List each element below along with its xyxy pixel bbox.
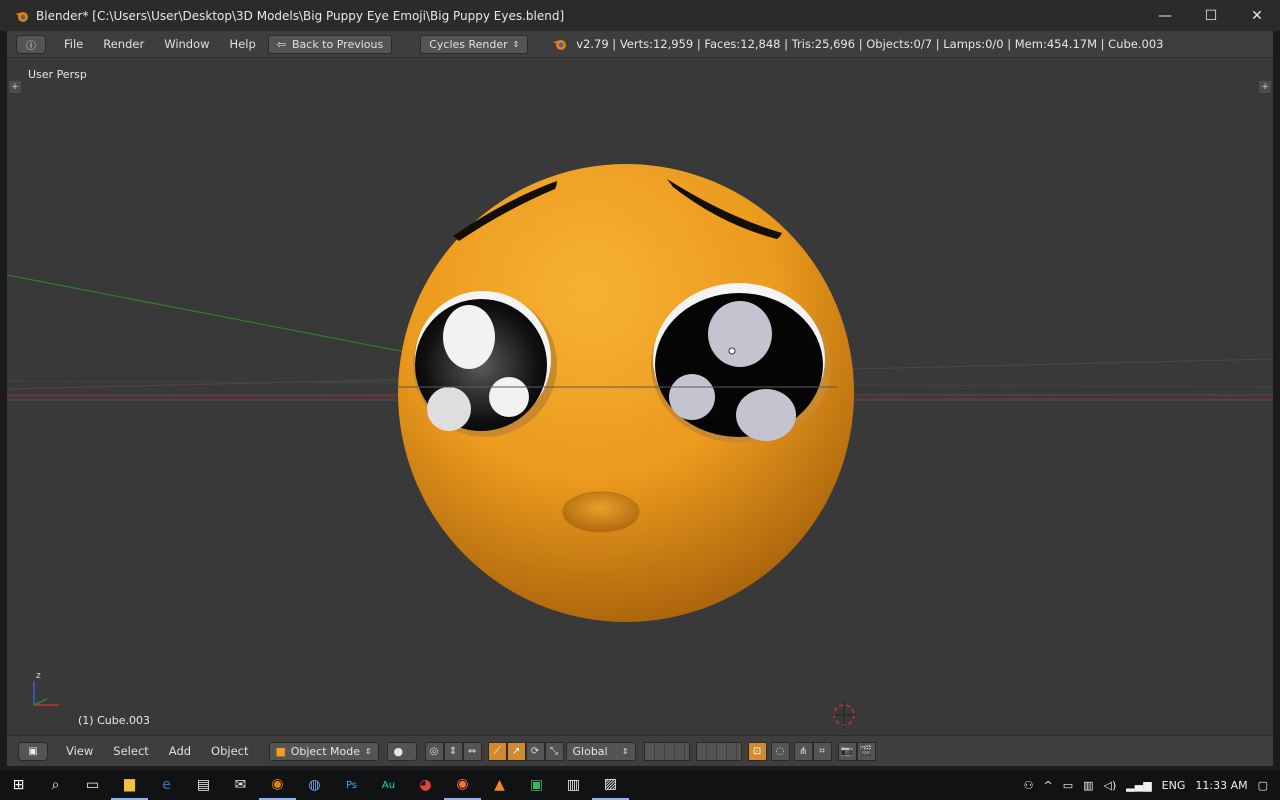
lock-layers-icon[interactable]: ⊡ [747, 741, 767, 761]
cube-icon: ▣ [28, 745, 38, 757]
snap-element-icon[interactable]: ⌗ [812, 741, 832, 761]
orientation-select[interactable]: Global ⇕ [565, 741, 636, 761]
align-icon[interactable]: ⇔ [462, 741, 482, 761]
minimize-button[interactable]: — [1142, 0, 1188, 31]
title-bar: Blender* [C:\Users\User\Desktop\3D Model… [0, 0, 1280, 31]
mail-icon[interactable]: ✉ [222, 770, 259, 800]
back-to-previous-label: Back to Previous [291, 37, 384, 51]
menu-select[interactable]: Select [103, 744, 158, 758]
3d-cursor-icon[interactable] [830, 701, 858, 729]
viewport-shading-select[interactable]: ● [386, 741, 417, 761]
axis-z-label: z [36, 671, 41, 681]
app3-icon[interactable]: ▥ [555, 770, 592, 800]
app-icon[interactable]: ◍ [296, 770, 333, 800]
dropdown-arrows-icon: ⇕ [512, 39, 520, 49]
window-title: Blender* [C:\Users\User\Desktop\3D Model… [36, 8, 565, 23]
render-engine-select[interactable]: Cycles Render ⇕ [420, 34, 529, 54]
network-icon[interactable]: ▥ [1083, 779, 1093, 792]
back-to-previous-button[interactable]: ⇦ Back to Previous [267, 34, 393, 54]
back-icon: ⇦ [276, 37, 286, 51]
language-indicator[interactable]: ENG [1162, 779, 1186, 792]
layer-buttons[interactable] [643, 741, 690, 761]
editor-type-button[interactable]: ⓘ [16, 34, 46, 54]
system-tray: ⚇ ^ ▭ ▥ ◁) ▂▄▆ ENG 11:33 AM ▢ [1024, 770, 1280, 800]
editor-type-3d-button[interactable]: ▣ [18, 741, 48, 761]
menu-object[interactable]: Object [201, 744, 258, 758]
orientation-label: Global [572, 744, 608, 758]
dropdown-arrows-icon: ⇕ [364, 746, 372, 756]
menu-file[interactable]: File [54, 37, 93, 51]
file-explorer-icon[interactable]: ▆ [111, 770, 148, 800]
info-header: ⓘ File Render Window Help ⇦ Back to Prev… [7, 31, 1273, 58]
store-icon[interactable]: ▤ [185, 770, 222, 800]
blender-icon [553, 40, 567, 50]
toolshelf-toggle-icon[interactable]: + [9, 81, 21, 93]
scene-stats: v2.79 | Verts:12,959 | Faces:12,848 | Tr… [538, 36, 1163, 52]
render-engine-label: Cycles Render [429, 37, 508, 51]
maximize-button[interactable]: ☐ [1188, 0, 1234, 31]
proportional-edit-icon[interactable]: ◌ [770, 741, 790, 761]
puppy-eye-emoji-model[interactable] [398, 164, 854, 622]
axis-gizmo-icon [33, 681, 59, 706]
firefox-icon[interactable]: ◉ [444, 770, 481, 800]
signal-icon[interactable]: ▂▄▆ [1126, 779, 1151, 792]
menu-add[interactable]: Add [159, 744, 201, 758]
volume-icon[interactable]: ◁) [1104, 779, 1117, 792]
blender-logo-icon [15, 11, 28, 22]
mode-select[interactable]: ■ Object Mode ⇕ [268, 741, 379, 761]
pivot-dropdown-icon[interactable]: ⇕ [443, 741, 463, 761]
notifications-icon[interactable]: ▢ [1258, 779, 1268, 792]
manipulator-toggle-icon[interactable]: ⟋ [487, 741, 507, 761]
snap-toggle-icon[interactable]: ⋔ [793, 741, 813, 761]
edge-icon[interactable]: e [148, 770, 185, 800]
task-view-icon[interactable]: ▭ [74, 770, 111, 800]
menu-help[interactable]: Help [220, 37, 266, 51]
menu-view[interactable]: View [56, 744, 103, 758]
stats-text: v2.79 | Verts:12,959 | Faces:12,848 | Tr… [576, 37, 1164, 51]
pivot-icon[interactable]: ◎ [424, 741, 444, 761]
layer-buttons-2[interactable] [695, 741, 742, 761]
people-icon[interactable]: ⚇ [1024, 779, 1034, 792]
vlc-icon[interactable]: ▲ [481, 770, 518, 800]
object-mode-icon: ■ [275, 744, 286, 758]
battery-icon[interactable]: ▭ [1063, 779, 1073, 792]
chevron-up-icon[interactable]: ^ [1043, 779, 1052, 792]
clock[interactable]: 11:33 AM [1195, 779, 1247, 792]
translate-manipulator-icon[interactable]: ↗ [506, 741, 526, 761]
3d-viewport[interactable]: z User Persp (1) Cube.003 + + [7, 59, 1273, 735]
3d-view-header: ▣ View Select Add Object ■ Object Mode ⇕… [7, 735, 1273, 766]
properties-toggle-icon[interactable]: + [1259, 81, 1271, 93]
render-animation-icon[interactable]: 🎬 [856, 741, 876, 761]
info-icon: ⓘ [26, 40, 36, 52]
mode-label: Object Mode [290, 744, 361, 758]
start-icon[interactable]: ⊞ [0, 770, 37, 800]
audition-icon[interactable]: Au [370, 770, 407, 800]
windows-taskbar: ⊞ ⌕ ▭ ▆ e ▤ ✉ ◉ ◍ Ps Au ◕ ◉ ▲ ▣ ▥ ▨ ⚇ ^ … [0, 770, 1280, 800]
scale-manipulator-icon[interactable]: ⤡ [544, 741, 564, 761]
active-object-label: (1) Cube.003 [78, 714, 150, 727]
close-button[interactable]: ✕ [1234, 0, 1280, 31]
app2-icon[interactable]: ▣ [518, 770, 555, 800]
dropdown-arrows-icon: ⇕ [621, 746, 629, 756]
menu-window[interactable]: Window [154, 37, 219, 51]
photos-icon[interactable]: ▨ [592, 770, 629, 800]
chrome-icon[interactable]: ◕ [407, 770, 444, 800]
photoshop-icon[interactable]: Ps [333, 770, 370, 800]
menu-render[interactable]: Render [93, 37, 154, 51]
render-still-icon[interactable]: 📷 [837, 741, 857, 761]
blender-window: ⓘ File Render Window Help ⇦ Back to Prev… [7, 31, 1273, 766]
viewport-canvas[interactable] [7, 59, 1273, 735]
view-label: User Persp [28, 68, 87, 81]
search-icon[interactable]: ⌕ [37, 770, 74, 800]
blender-icon[interactable]: ◉ [259, 770, 296, 800]
solid-shading-icon: ● [393, 744, 404, 758]
rotate-manipulator-icon[interactable]: ⟳ [525, 741, 545, 761]
